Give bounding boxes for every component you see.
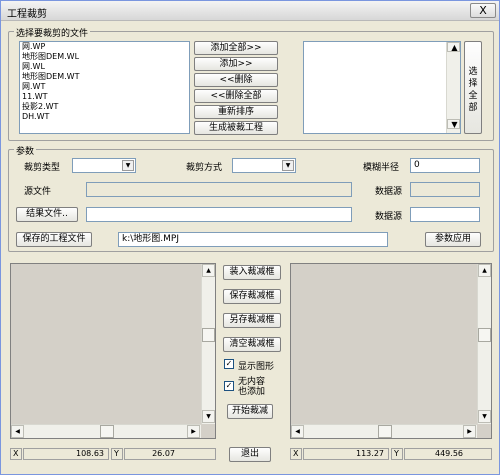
scroll-right-icon[interactable]: ▶ [187,425,200,438]
source-file-field [86,182,352,197]
title-bar: 工程裁剪 X [1,1,499,21]
result-file-input[interactable] [86,207,352,222]
file-list[interactable]: 网.WP 地形图DEM.WL 网.WL 地形图DEM.WT 网.WT 11.WT 投影2.W… [19,41,190,134]
left-y-label-box: Y [111,448,123,460]
scroll-down-icon[interactable]: ▼ [447,119,460,129]
clip-type-select[interactable]: ▼ [72,158,136,173]
scroll-up-icon[interactable]: ▲ [447,42,460,52]
scroll-left-icon[interactable]: ◀ [11,425,24,438]
save-as-box-button[interactable]: 另存裁减框 [223,313,281,328]
scroll-down-icon[interactable]: ▼ [478,410,491,423]
right-hscroll-thumb[interactable] [378,425,392,438]
apply-params-button[interactable]: 参数应用 [425,232,481,247]
file-list-item[interactable]: 网.WT [20,82,189,92]
file-list-item[interactable]: 11.WT [20,92,189,102]
no-content-add-label: 无内容也添加 [238,377,266,397]
data-source-field-1 [410,182,480,197]
save-box-button[interactable]: 保存裁减框 [223,289,281,304]
resort-button[interactable]: 重新排序 [194,105,278,119]
file-list-item[interactable]: 网.WL [20,62,189,72]
right-vertical-scrollbar[interactable]: ▲ ▼ [477,264,491,424]
right-y-label-box: Y [391,448,403,460]
start-clip-button[interactable]: 开始裁减 [227,404,273,419]
fuzzy-radius-input[interactable]: 0 [410,158,480,173]
close-button[interactable]: X [470,3,496,18]
fuzzy-radius-label: 模糊半径 [363,163,400,173]
source-file-label: 源文件 [24,187,52,197]
selected-list-scrollbar[interactable]: ▲ ▼ [446,42,460,133]
scroll-right-icon[interactable]: ▶ [463,425,476,438]
scroll-down-icon[interactable]: ▼ [202,410,215,423]
left-y-value: 26.07 [124,448,216,460]
right-x-label-box: X [290,448,302,460]
left-horizontal-scrollbar[interactable]: ◀ ▶ [11,424,201,438]
left-hscroll-thumb[interactable] [100,425,114,438]
right-x-value: 113.27 [303,448,389,460]
clip-mode-label: 裁剪方式 [186,163,223,173]
left-x-label-box: X [10,448,22,460]
main-window: 工程裁剪 X 选择要裁剪的文件 网.WP 地形图DEM.WL 网.WL 地形图DEM.… [0,0,500,475]
left-x-value: 108.63 [23,448,109,460]
right-vscroll-thumb[interactable] [478,328,491,342]
file-list-item[interactable]: 投影2.WT [20,102,189,112]
file-list-item[interactable]: 地形图DEM.WL [20,52,189,62]
show-graphics-label: 显示图形 [238,362,275,372]
right-y-value: 449.56 [404,448,492,460]
params-group-label: 参数 [14,144,37,157]
file-list-item[interactable]: 地形图DEM.WT [20,72,189,82]
file-group-label: 选择要裁剪的文件 [14,26,91,39]
scroll-left-icon[interactable]: ◀ [291,425,304,438]
show-graphics-checkbox[interactable]: ✓ [224,359,234,369]
project-path-field[interactable]: k:\地形图.MPJ [118,232,388,247]
chevron-down-icon[interactable]: ▼ [282,160,294,171]
scroll-up-icon[interactable]: ▲ [478,264,491,277]
chevron-down-icon[interactable]: ▼ [122,160,134,171]
save-project-button[interactable]: 保存的工程文件 [16,232,92,247]
file-list-item[interactable]: 网.WP [20,42,189,52]
select-all-button[interactable]: 选择全部 [464,41,482,134]
right-preview-canvas[interactable]: ▲ ▼ ◀ ▶ [290,263,492,439]
remove-button[interactable]: <<删除 [194,73,278,87]
clip-mode-select[interactable]: ▼ [232,158,296,173]
remove-all-button[interactable]: <<删除全部 [194,89,278,103]
clip-type-label: 裁剪类型 [24,163,61,173]
left-vertical-scrollbar[interactable]: ▲ ▼ [201,264,215,424]
no-content-add-checkbox[interactable]: ✓ [224,381,234,391]
data-source-label-1: 数据源 [375,187,403,197]
clear-box-button[interactable]: 清空裁减框 [223,337,281,352]
data-source-field-2[interactable] [410,207,480,222]
result-file-button[interactable]: 结果文件.. [16,207,78,222]
window-title: 工程裁剪 [7,9,47,20]
data-source-label-2: 数据源 [375,212,403,222]
left-vscroll-thumb[interactable] [202,328,215,342]
file-list-item[interactable]: DH.WT [20,112,189,122]
generate-project-button[interactable]: 生成被裁工程 [194,121,278,135]
selected-file-list[interactable]: ▲ ▼ [303,41,461,134]
add-all-button[interactable]: 添加全部>> [194,41,278,55]
load-box-button[interactable]: 装入裁减框 [223,265,281,280]
left-preview-canvas[interactable]: ▲ ▼ ◀ ▶ [10,263,216,439]
add-button[interactable]: 添加>> [194,57,278,71]
exit-button[interactable]: 退出 [229,447,271,462]
right-horizontal-scrollbar[interactable]: ◀ ▶ [291,424,477,438]
scroll-up-icon[interactable]: ▲ [202,264,215,277]
